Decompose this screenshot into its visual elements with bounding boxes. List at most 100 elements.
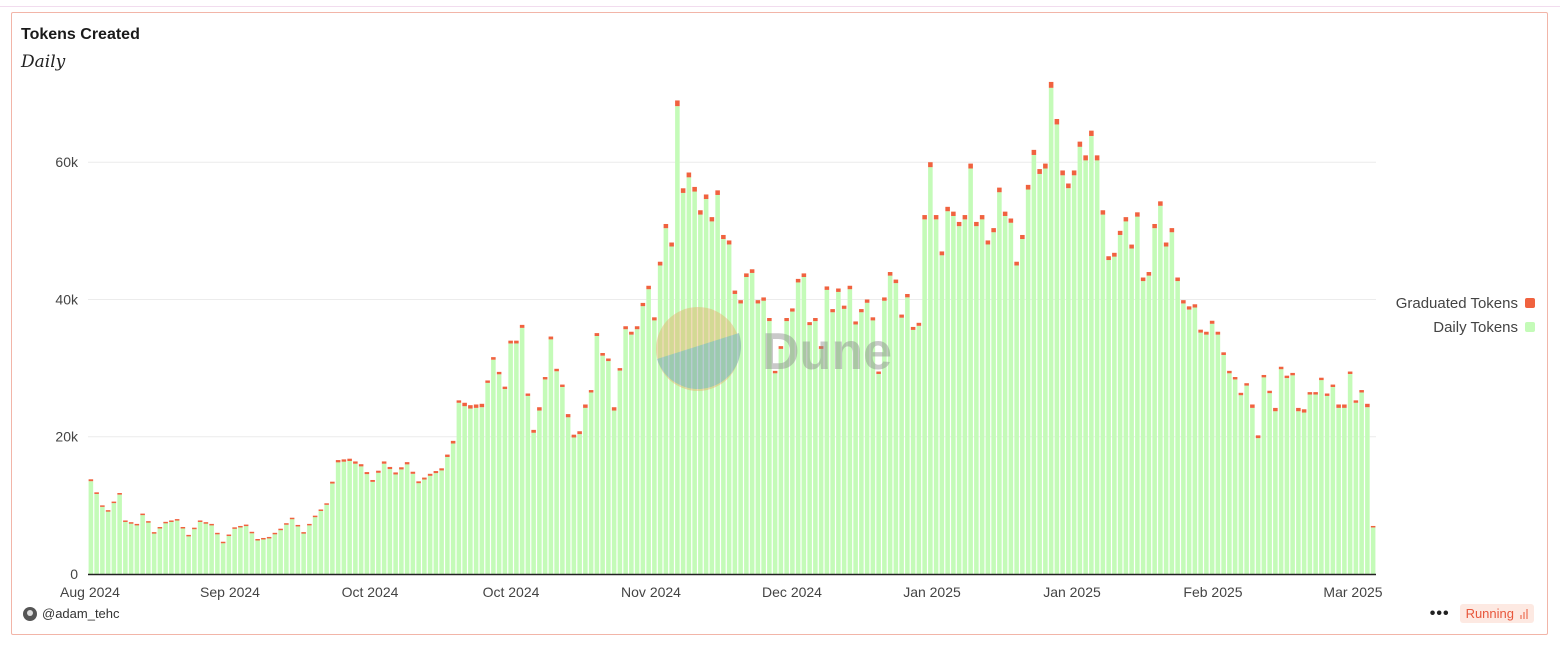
bar-daily: [134, 525, 140, 574]
bar-daily: [266, 538, 272, 574]
bar-graduated: [186, 534, 191, 537]
bar-daily: [1290, 375, 1295, 574]
bar-daily: [669, 246, 674, 574]
legend-item-daily[interactable]: Daily Tokens: [1396, 315, 1535, 339]
bar-daily: [1204, 334, 1209, 574]
bar-daily: [1048, 87, 1054, 575]
bar-daily: [88, 481, 94, 574]
bar-daily: [956, 226, 962, 574]
bar-daily: [284, 524, 289, 574]
bar-graduated: [174, 519, 180, 521]
bar-graduated: [882, 297, 887, 301]
bar-graduated: [88, 479, 94, 482]
bar-graduated: [675, 100, 680, 107]
legend-item-graduated[interactable]: Graduated Tokens: [1396, 291, 1535, 315]
x-tick-label: Jan 2025: [903, 584, 961, 600]
bar-daily: [646, 289, 651, 574]
bar-daily: [876, 373, 881, 574]
bar-daily: [450, 443, 456, 574]
bar-daily: [1336, 407, 1341, 574]
bar-daily: [893, 283, 899, 574]
x-tick-label: Mar 2025: [1323, 584, 1382, 600]
bar-daily: [128, 523, 134, 574]
bar-graduated: [571, 434, 577, 438]
bar-daily: [192, 529, 197, 574]
bar-graduated: [1020, 234, 1025, 240]
bar-daily: [324, 504, 329, 574]
bar-daily: [606, 361, 611, 574]
author-link[interactable]: @adam_tehc: [23, 606, 120, 621]
bar-graduated: [1232, 377, 1238, 380]
bar-daily: [818, 348, 824, 574]
bar-graduated: [1060, 170, 1065, 176]
bar-daily: [1043, 168, 1048, 575]
bar-graduated: [387, 466, 393, 470]
bar-daily: [594, 335, 600, 574]
bar-daily: [295, 526, 301, 574]
bar-graduated: [525, 393, 531, 396]
bar-daily: [1238, 395, 1244, 574]
bar-graduated: [422, 477, 427, 480]
x-tick-label: Nov 2024: [621, 584, 681, 600]
bar-graduated: [836, 288, 841, 292]
bar-daily: [698, 214, 703, 574]
bar-graduated: [629, 331, 634, 335]
bar-daily: [1227, 373, 1232, 574]
bar-graduated: [399, 467, 404, 470]
bar-daily: [1209, 323, 1215, 574]
bar-graduated: [565, 414, 571, 418]
bar-daily: [1163, 246, 1169, 574]
bar-graduated: [657, 261, 663, 266]
bar-graduated: [1192, 304, 1198, 308]
bar-daily: [427, 475, 433, 574]
bar-graduated: [1324, 393, 1330, 396]
bar-graduated: [192, 527, 197, 530]
bar-graduated: [140, 513, 145, 516]
bar-daily: [94, 493, 99, 574]
bar-daily: [1158, 205, 1163, 574]
chart-area: 0 20k 40k 60k Aug 2024 Sep 2024 Oct 2024 Oct 20…: [55, 81, 1383, 600]
x-tick-label: Oct 2024: [483, 584, 540, 600]
bar-graduated: [795, 278, 801, 283]
bar-graduated: [243, 524, 249, 527]
bar-daily: [502, 389, 508, 574]
bar-graduated: [801, 273, 807, 278]
more-horizontal-icon[interactable]: •••: [1430, 605, 1450, 623]
bar-daily: [1244, 385, 1249, 574]
x-tick-label: Sep 2024: [200, 584, 260, 600]
bar-graduated: [1296, 407, 1301, 412]
bar-daily: [341, 461, 347, 574]
bar-graduated: [1163, 242, 1169, 247]
bar-daily: [1215, 334, 1221, 574]
bar-graduated: [376, 470, 381, 473]
bar-daily: [571, 437, 577, 574]
bar-graduated: [847, 285, 853, 290]
bar-graduated: [634, 326, 640, 330]
bar-daily: [1106, 260, 1111, 574]
bar-daily: [663, 228, 669, 574]
author-handle: @adam_tehc: [42, 606, 120, 621]
avatar-icon: [23, 606, 37, 621]
bar-daily: [1221, 354, 1226, 574]
bar-graduated: [180, 526, 186, 529]
bar-graduated: [813, 318, 818, 322]
bar-daily: [1359, 392, 1364, 574]
legend-label-graduated: Graduated Tokens: [1395, 294, 1518, 312]
bar-daily: [514, 343, 519, 574]
bar-graduated: [1014, 261, 1019, 266]
bar-graduated: [1169, 228, 1175, 233]
bar-daily: [629, 334, 634, 574]
bar-graduated: [824, 286, 830, 290]
bar-graduated: [985, 240, 991, 245]
bar-daily: [1324, 395, 1330, 574]
bar-graduated: [744, 273, 749, 278]
bar-graduated: [594, 333, 600, 336]
bar-graduated: [721, 234, 726, 240]
y-tick-label: 0: [70, 566, 78, 582]
bar-daily: [979, 219, 985, 574]
bar-daily: [721, 239, 726, 574]
bar-daily: [945, 211, 950, 575]
bar-graduated: [1267, 390, 1272, 394]
bar-graduated: [301, 532, 306, 534]
bar-daily: [617, 370, 623, 574]
